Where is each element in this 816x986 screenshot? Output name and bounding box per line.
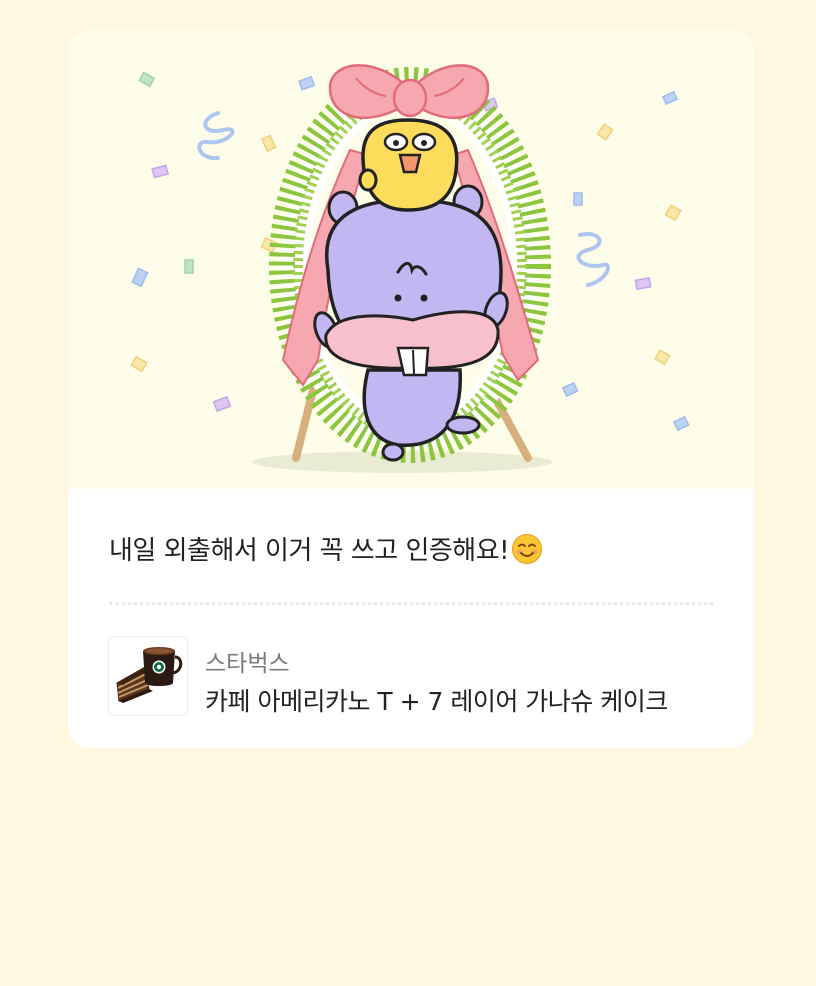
gift-message-text: 내일 외출해서 이거 꼭 쓰고 인증해요! [109, 536, 510, 566]
celebration-illustration [68, 30, 754, 489]
smiling-face-icon [512, 534, 543, 564]
product-thumbnail [108, 636, 188, 716]
yellow-chick [358, 118, 459, 212]
gift-message: 내일 외출해서 이거 꼭 쓰고 인증해요! [109, 530, 543, 567]
gift-message-card: 내일 외출해서 이거 꼭 쓰고 인증해요! 스타벅스 카페 아메리카노 T + … [68, 30, 754, 748]
product-brand: 스타벅스 [205, 651, 290, 677]
pink-bow [328, 64, 490, 119]
dotted-divider [109, 602, 713, 605]
product-name: 카페 아메리카노 T + 7 레이어 가나슈 케이크 [205, 687, 668, 716]
gift-product[interactable]: 스타벅스 카페 아메리카노 T + 7 레이어 가나슈 케이크 [108, 636, 714, 716]
